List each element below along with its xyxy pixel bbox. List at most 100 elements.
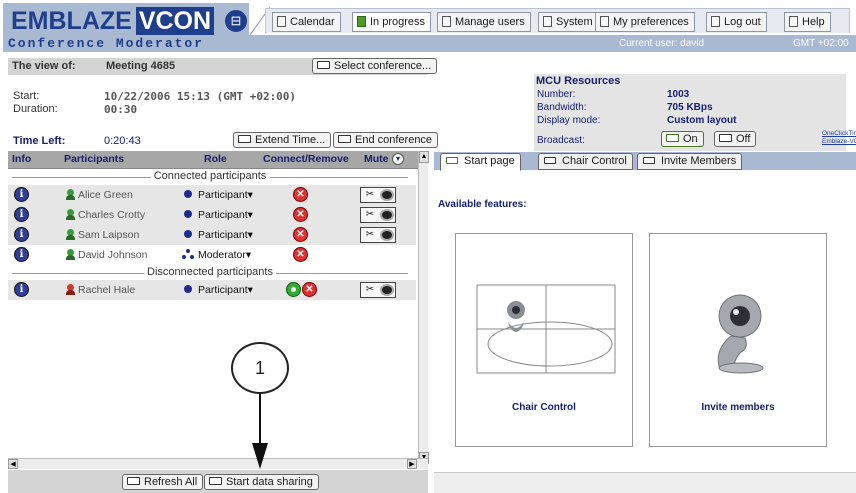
participant-connected-icon (66, 229, 75, 240)
mcu-display-value: Custom layout (667, 115, 737, 126)
participant-row[interactable]: i Charles Crotty Participant▾ ✕ ✂ (8, 205, 416, 225)
participant-role-icon (184, 190, 192, 198)
nav-tab-label: Manage users (455, 16, 525, 28)
speaker-mute-icon[interactable] (380, 284, 394, 296)
participant-row[interactable]: i Alice Green Participant▾ ✕ ✂ (8, 185, 416, 205)
info-icon[interactable]: i (14, 207, 29, 222)
info-icon[interactable]: i (14, 282, 29, 297)
participant-row[interactable]: i David Johnson Moderator▾ ✕ (8, 245, 416, 265)
button-icon (238, 135, 251, 143)
participants-table-header: Info Participants Role Connect/Remove Mu… (8, 151, 428, 169)
nav-tab-calendar[interactable]: Calendar (272, 12, 341, 32)
connected-divider: Connected participants (12, 170, 408, 183)
scroll-up-arrow-icon[interactable]: ▲ (419, 151, 429, 163)
mcu-resources-box: MCU Resources Number: 1003 Bandwidth: 70… (534, 74, 856, 151)
start-data-sharing-button[interactable]: Start data sharing (204, 474, 319, 490)
participant-connected-icon (66, 209, 75, 220)
mute-controls[interactable]: ✂ (360, 207, 396, 223)
mute-controls[interactable]: ✂ (360, 282, 396, 298)
nav-tab-system[interactable]: System (538, 12, 599, 32)
info-icon[interactable]: i (14, 187, 29, 202)
mute-controls[interactable]: ✂ (360, 187, 396, 203)
select-conference-button[interactable]: Select conference... (312, 58, 438, 74)
participant-row[interactable]: i Sam Laipson Participant▾ ✕ ✂ (8, 225, 416, 245)
vertical-scrollbar[interactable]: ▲ ▼ (418, 151, 429, 464)
mute-controls[interactable]: ✂ (360, 227, 396, 243)
connected-participants-header: Connected participants (150, 170, 270, 182)
logo-main: EMBLAZE (11, 7, 132, 35)
participant-role-icon (184, 210, 192, 218)
nav-tab-in-progress[interactable]: In progress (352, 12, 432, 32)
chair-control-icon (476, 284, 616, 374)
nav-tab-label: In progress (370, 16, 426, 28)
remove-participant-icon[interactable]: ✕ (293, 207, 308, 222)
role-dropdown[interactable]: Participant▾ (198, 229, 253, 241)
webcam-icon (717, 294, 764, 374)
tab-icon (544, 157, 556, 164)
nav-tab-manage-users[interactable]: Manage users (437, 12, 531, 32)
page-icon (789, 16, 798, 27)
scroll-left-arrow-icon[interactable]: ◀ (8, 459, 18, 469)
role-dropdown[interactable]: Participant▾ (198, 209, 253, 221)
logo: EMBLAZE VCON (11, 7, 215, 35)
speaker-mute-icon[interactable] (380, 209, 394, 221)
speaker-mute-icon[interactable] (380, 229, 394, 241)
participant-name: Sam Laipson (78, 229, 140, 241)
role-dropdown[interactable]: Moderator▾ (198, 249, 251, 261)
mic-mute-icon[interactable]: ✂ (363, 209, 377, 221)
select-conference-label: Select conference... (334, 60, 432, 72)
refresh-all-button[interactable]: Refresh All (122, 474, 204, 490)
mcu-broadcast-label: Broadcast: (537, 135, 585, 146)
participant-connected-icon (66, 249, 75, 260)
nav-tab-help[interactable]: Help (784, 12, 831, 32)
info-icon[interactable]: i (14, 247, 29, 262)
role-dropdown[interactable]: Participant▾ (198, 189, 253, 201)
remove-participant-icon[interactable]: ✕ (302, 282, 317, 297)
extend-time-button[interactable]: Extend Time... (233, 132, 332, 148)
remove-participant-icon[interactable]: ✕ (293, 187, 308, 202)
participant-name: Alice Green (78, 189, 133, 201)
horizontal-scrollbar[interactable]: ◀ ▶ (8, 458, 428, 469)
chair-control-card[interactable]: Chair Control (455, 233, 633, 447)
mute-all-dropdown-icon[interactable]: ▾ (392, 153, 404, 165)
end-conference-button[interactable]: End conference (333, 132, 439, 148)
participant-name: Charles Crotty (78, 209, 146, 221)
connect-participant-icon[interactable] (286, 282, 301, 297)
tab-start-page[interactable]: Start page (440, 153, 521, 171)
timezone: GMT +02:00 (793, 38, 849, 49)
page-icon (543, 16, 552, 27)
oneclick-link[interactable]: OneClickTimeEmblaze-VCON (822, 130, 856, 146)
scroll-right-arrow-icon[interactable]: ▶ (407, 459, 417, 469)
role-dropdown[interactable]: Participant▾ (198, 284, 253, 296)
tab-label: Chair Control (562, 155, 627, 167)
button-icon (338, 135, 351, 143)
tab-invite-members[interactable]: Invite Members (637, 153, 743, 170)
info-icon[interactable]: i (14, 227, 29, 242)
available-features-title: Available features: (438, 199, 527, 210)
mic-mute-icon[interactable]: ✂ (363, 189, 377, 201)
subheader-bar: Conference Moderator Current user: david… (3, 35, 856, 52)
remove-participant-icon[interactable]: ✕ (293, 227, 308, 242)
speaker-mute-icon[interactable] (380, 189, 394, 201)
tab-chair-control[interactable]: Chair Control (538, 153, 633, 170)
mic-mute-icon[interactable]: ✂ (363, 284, 377, 296)
nav-tab-my-preferences[interactable]: My preferences (595, 12, 695, 32)
logo-badge-icon: ⊟ (225, 10, 247, 32)
page-icon (442, 16, 451, 27)
broadcast-off-button[interactable]: Off (714, 131, 757, 147)
nav-tab-label: Help (802, 16, 825, 28)
nav-tab-label: Calendar (290, 16, 335, 28)
nav-tab-label: My preferences (613, 16, 689, 28)
tab-icon (643, 157, 655, 164)
nav-tab-log-out[interactable]: Log out (706, 12, 767, 32)
broadcast-on-button[interactable]: On (661, 131, 704, 147)
participant-row[interactable]: i Rachel Hale Participant▾ ✕ ✂ (8, 280, 416, 300)
invite-members-card[interactable]: Invite members (649, 233, 827, 447)
page-icon (357, 16, 366, 27)
main-nav: Calendar In progress Manage users System… (265, 8, 850, 33)
callout-arrow (252, 393, 268, 469)
mcu-bandwidth-label: Bandwidth: (537, 102, 587, 113)
nav-tab-label: Log out (724, 16, 761, 28)
remove-participant-icon[interactable]: ✕ (293, 247, 308, 262)
mic-mute-icon[interactable]: ✂ (363, 229, 377, 241)
